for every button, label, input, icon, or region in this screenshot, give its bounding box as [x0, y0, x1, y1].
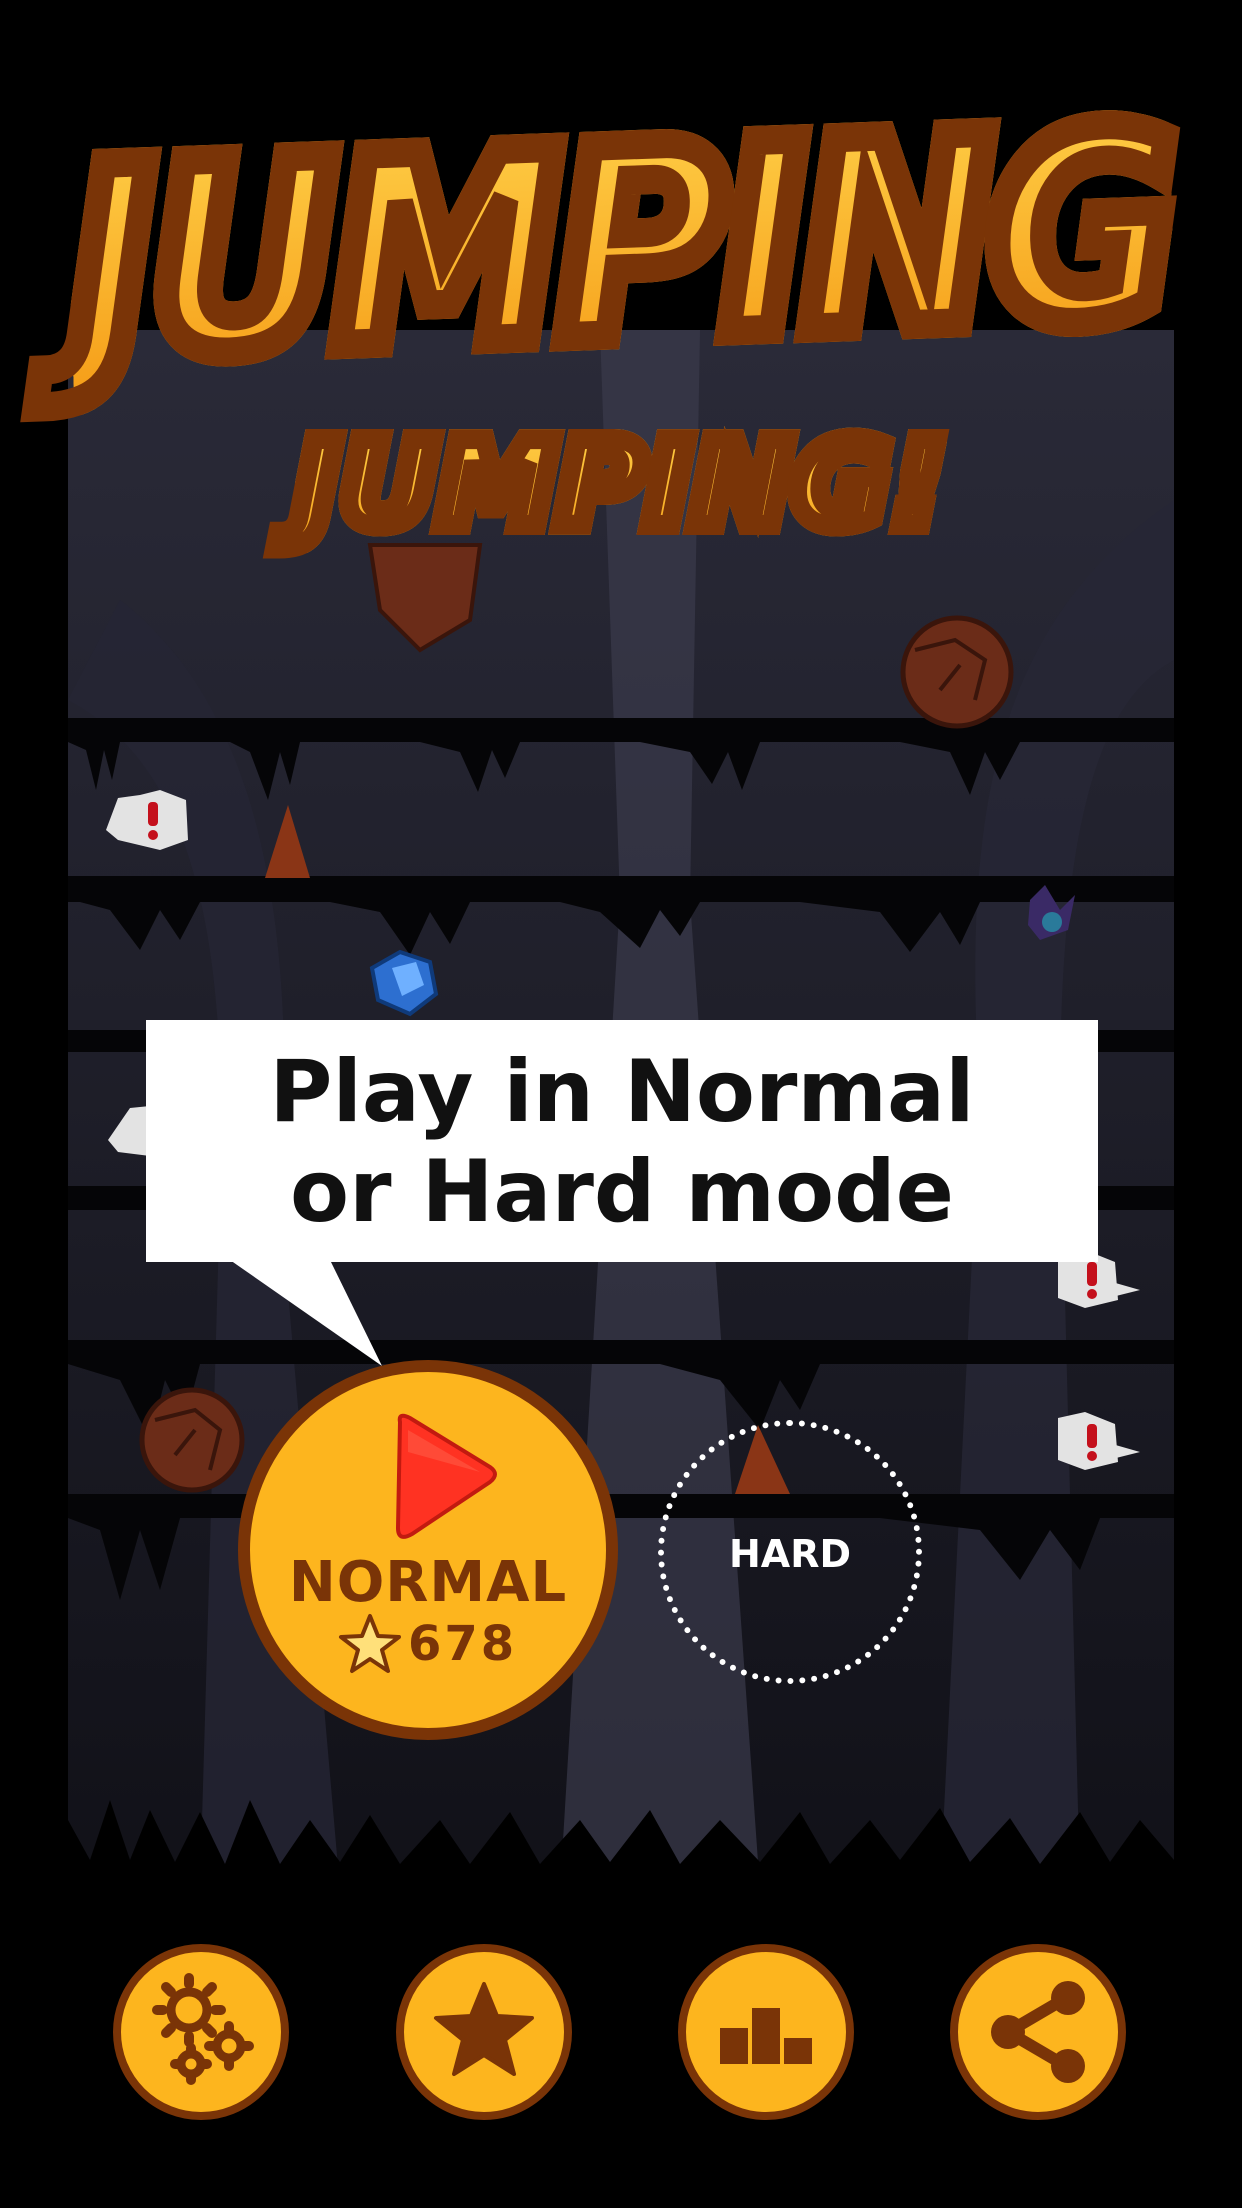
game-title: JUMPING [50, 61, 1192, 429]
tooltip-text: Play in Normal or Hard mode [146, 1042, 1098, 1242]
settings-button[interactable] [113, 1944, 289, 2120]
tooltip-line-2: or Hard mode [290, 1142, 954, 1242]
normal-mode-label: NORMAL [288, 1550, 568, 1615]
gears-icon [152, 1973, 254, 2085]
share-button[interactable] [950, 1944, 1126, 2120]
normal-mode-button[interactable]: NORMAL 678 [238, 1360, 618, 1740]
hard-mode-button[interactable]: HARD [658, 1420, 922, 1684]
star-icon [339, 1614, 401, 1673]
play-icon [395, 1413, 497, 1539]
normal-best-score: 678 [408, 1616, 518, 1672]
rate-button[interactable] [396, 1944, 572, 2120]
star-icon [434, 1982, 534, 2076]
tooltip-tail [230, 1260, 382, 1366]
boulder-icon [139, 1387, 245, 1493]
tutorial-tooltip: Play in Normal or Hard mode [146, 1020, 1098, 1262]
leaderboard-button[interactable] [678, 1944, 854, 2120]
leaderboard-icon [720, 2008, 812, 2064]
hard-mode-label: HARD [728, 1532, 851, 1576]
game-subtitle: JUMPING! [285, 405, 956, 563]
share-icon [991, 1981, 1085, 2083]
tooltip-line-1: Play in Normal [269, 1042, 975, 1142]
boulder-icon [900, 615, 1014, 729]
